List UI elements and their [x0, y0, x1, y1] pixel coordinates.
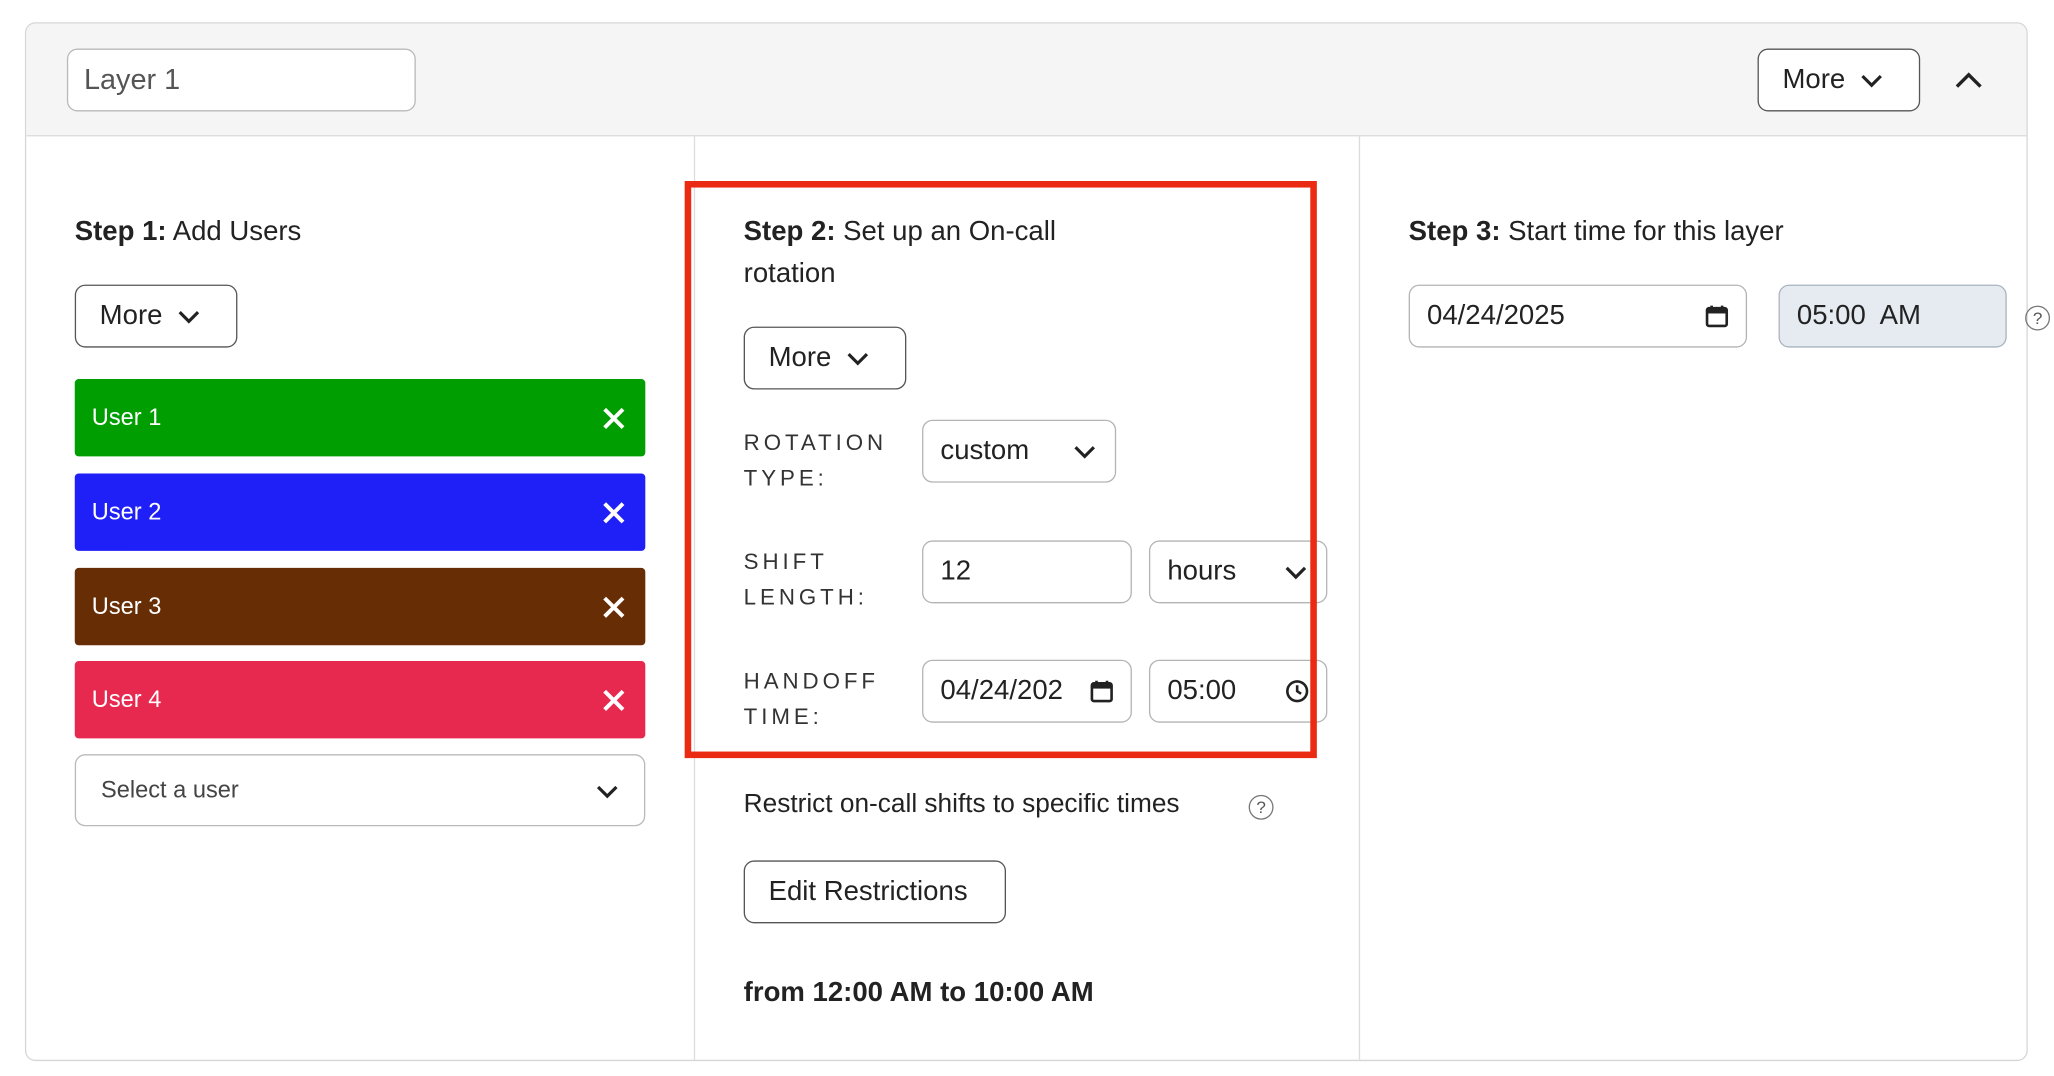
handoff-date-value: 04/24/202 — [940, 675, 1063, 706]
user-item: User 4 — [74, 661, 646, 739]
remove-user-icon[interactable] — [599, 592, 628, 621]
chevron-down-icon — [176, 307, 202, 325]
handoff-time-label: HANDOFF TIME: — [743, 668, 879, 730]
start-time-value: 05:00 AM — [1796, 300, 1921, 331]
step3-label: Step 3: — [1408, 216, 1501, 247]
shift-unit-value: hours — [1167, 556, 1237, 587]
panel-header: Layer 1 More — [26, 23, 2027, 137]
start-date-value: 04/24/2025 — [1427, 300, 1565, 331]
help-icon[interactable]: ? — [1248, 794, 1274, 820]
step2-title-text: Set up an On-call — [843, 216, 1057, 247]
step1-label: Step 1: — [74, 216, 167, 247]
user-item: User 2 — [74, 473, 646, 551]
layer-panel: Layer 1 More Step 1: Add Users More User… — [24, 22, 2028, 1062]
user-label: User 4 — [91, 685, 162, 713]
step3-title-text: Start time for this layer — [1508, 216, 1784, 247]
user-item: User 3 — [74, 567, 646, 646]
step2-title-text-2: rotation — [743, 258, 836, 289]
start-time-input: 05:00 AM — [1778, 284, 2007, 348]
shift-unit-select[interactable]: hours — [1148, 540, 1328, 604]
user-label: User 2 — [91, 498, 162, 525]
header-more-button[interactable]: More — [1757, 48, 1921, 112]
rotation-type-label: ROTATION TYPE: — [743, 430, 888, 491]
more-label: More — [1782, 64, 1846, 95]
handoff-time-value: 05:00 — [1167, 675, 1237, 706]
more-label: More — [99, 300, 163, 331]
step3-title: Step 3: Start time for this layer — [1409, 211, 1784, 253]
shift-length-input[interactable]: 12 — [922, 540, 1132, 604]
clock-icon[interactable] — [1285, 679, 1309, 703]
chevron-down-icon — [594, 781, 620, 799]
step2-more-button[interactable]: More — [743, 326, 907, 390]
select-user-placeholder: Select a user — [100, 776, 239, 803]
step2-column: Step 2: Set up an On-call rotation More … — [695, 136, 1361, 1060]
user-item: User 1 — [74, 379, 646, 457]
step1-title: Step 1: Add Users — [75, 211, 302, 253]
calendar-icon[interactable] — [1090, 679, 1114, 703]
user-label: User 3 — [91, 592, 162, 620]
step1-title-text: Add Users — [172, 216, 302, 247]
chevron-down-icon — [1283, 563, 1309, 581]
handoff-date-input[interactable]: 04/24/202 — [922, 659, 1132, 723]
remove-user-icon[interactable] — [599, 498, 628, 527]
start-date-input[interactable]: 04/24/2025 — [1408, 284, 1748, 348]
restriction-summary: from 12:00 AM to 10:00 AM — [743, 977, 1094, 1008]
select-user-dropdown[interactable]: Select a user — [74, 754, 646, 827]
layer-name-input[interactable]: Layer 1 — [66, 48, 416, 112]
edit-restrictions-label: Edit Restrictions — [768, 876, 968, 907]
restrict-shifts-text: Restrict on-call shifts to specific time… — [743, 789, 1180, 819]
shift-length-value: 12 — [940, 556, 972, 587]
rotation-type-value: custom — [940, 435, 1030, 466]
step3-column: Step 3: Start time for this layer 04/24/… — [1360, 136, 2026, 1059]
edit-restrictions-button[interactable]: Edit Restrictions — [743, 860, 1006, 924]
calendar-icon[interactable] — [1705, 304, 1729, 328]
step2-label: Step 2: — [743, 216, 836, 247]
handoff-time-input[interactable]: 05:00 — [1148, 659, 1328, 723]
remove-user-icon[interactable] — [599, 403, 628, 432]
shift-length-label: SHIFT LENGTH: — [743, 549, 868, 610]
chevron-down-icon — [844, 349, 870, 367]
step1-more-button[interactable]: More — [74, 284, 238, 348]
user-label: User 1 — [91, 403, 162, 431]
remove-user-icon[interactable] — [599, 685, 628, 714]
more-label: More — [768, 342, 832, 373]
rotation-type-select[interactable]: custom — [922, 419, 1117, 483]
help-icon[interactable]: ? — [2025, 305, 2051, 331]
step2-title: Step 2: Set up an On-call rotation — [744, 211, 1137, 295]
step1-column: Step 1: Add Users More User 1 User 2 Use… — [26, 136, 696, 1060]
chevron-down-icon — [1072, 442, 1098, 460]
chevron-down-icon — [1858, 71, 1884, 89]
chevron-up-icon[interactable] — [1949, 60, 1988, 99]
